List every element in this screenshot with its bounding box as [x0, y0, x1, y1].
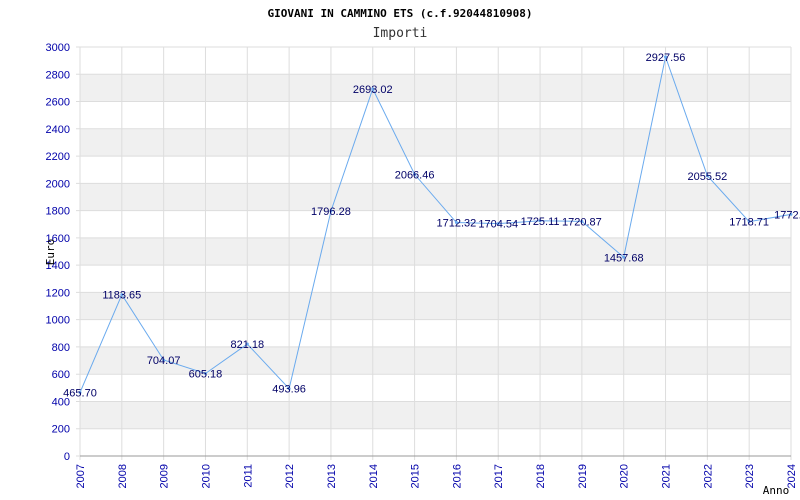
- x-axis-label: Anno: [763, 484, 790, 497]
- y-tick-label: 2600: [46, 97, 70, 109]
- grid-band: [80, 128, 791, 157]
- grid-band: [80, 183, 791, 211]
- data-label: 1183.65: [102, 290, 141, 302]
- x-tick-label: 2015: [410, 464, 422, 488]
- y-tick-label: 1000: [46, 315, 70, 327]
- data-label: 1718.71: [729, 217, 769, 229]
- y-tick-label: 0: [64, 451, 70, 463]
- y-tick-label: 2000: [46, 178, 70, 190]
- x-tick-label: 2016: [451, 464, 463, 488]
- grid-band: [80, 346, 791, 375]
- data-label: 1704.54: [478, 219, 518, 231]
- data-label: 1772.6: [774, 209, 800, 221]
- x-tick-label: 2021: [661, 464, 673, 488]
- y-tick-label: 1800: [46, 206, 70, 218]
- y-tick-label: 3000: [46, 42, 70, 54]
- y-tick-label: 600: [52, 369, 70, 381]
- x-tick-label: 2010: [200, 464, 212, 488]
- chart-title: GIOVANI IN CAMMINO ETS (c.f.92044810908): [268, 7, 533, 20]
- y-axis-label: Euro: [44, 239, 57, 266]
- grid-band: [80, 292, 791, 320]
- data-label: 2693.02: [353, 84, 393, 96]
- data-label: 1720.87: [562, 216, 602, 228]
- x-tick-label: 2023: [744, 464, 756, 488]
- x-tick-label: 2022: [702, 464, 714, 488]
- data-label: 2066.46: [395, 169, 435, 181]
- y-tick-label: 2400: [46, 124, 70, 136]
- data-label: 605.18: [189, 368, 223, 380]
- x-tick-label: 2018: [535, 464, 547, 488]
- x-tick-label: 2020: [619, 464, 631, 488]
- x-tick-label: 2012: [284, 464, 296, 488]
- data-label: 493.96: [272, 384, 306, 396]
- y-tick-label: 2800: [46, 69, 70, 81]
- data-label: 2055.52: [687, 171, 727, 183]
- grid-band: [80, 401, 791, 429]
- x-tick-label: 2017: [493, 464, 505, 488]
- grid-band: [80, 74, 791, 102]
- x-tick-label: 2011: [242, 464, 254, 488]
- data-label: 465.70: [63, 388, 97, 400]
- x-tick-label: 2014: [368, 464, 380, 488]
- y-tick-label: 800: [52, 342, 70, 354]
- x-tick-label: 2019: [577, 464, 589, 488]
- x-tick-label: 2013: [326, 464, 338, 488]
- x-axis-ticks: 2007 2008 2009 2010 2011 2012 2013 2014 2015 2016…: [75, 464, 798, 488]
- y-tick-label: 2200: [46, 151, 70, 163]
- data-label: 1796.28: [311, 206, 351, 218]
- series-line: [79, 55, 792, 393]
- data-label: 1725.11: [521, 216, 560, 228]
- data-label: 1457.68: [604, 252, 644, 264]
- data-label: 1712.32: [437, 218, 477, 230]
- data-label: 2927.56: [646, 52, 686, 64]
- chart-subtitle: Importi: [373, 26, 428, 41]
- x-tick-label: 2009: [159, 464, 171, 488]
- data-label: 821.18: [230, 339, 264, 351]
- data-label: 704.07: [147, 355, 181, 367]
- y-tick-label: 200: [52, 424, 70, 436]
- grid-band: [80, 237, 791, 266]
- x-tick-label: 2008: [117, 464, 129, 488]
- line-chart: 0200400600800100012001400160018002000220…: [44, 7, 800, 497]
- y-tick-label: 1200: [46, 287, 70, 299]
- grid-bands: [80, 74, 791, 429]
- series-group: [78, 55, 793, 395]
- x-tick-label: 2007: [75, 464, 87, 488]
